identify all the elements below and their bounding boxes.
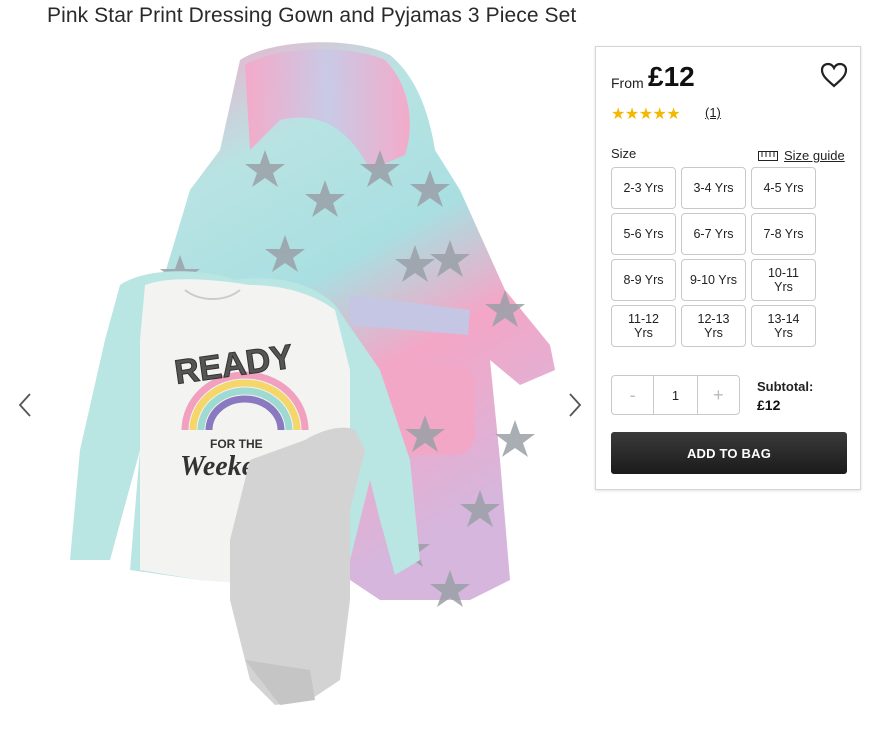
size-option[interactable]: 12-13 Yrs <box>681 305 746 347</box>
quantity-decrease-button[interactable]: - <box>612 376 653 414</box>
size-option[interactable]: 13-14 Yrs <box>751 305 816 347</box>
gallery-next-button[interactable] <box>562 390 586 420</box>
size-option[interactable]: 10-11 Yrs <box>751 259 816 301</box>
size-option[interactable]: 8-9 Yrs <box>611 259 676 301</box>
size-guide-label: Size guide <box>784 148 845 163</box>
size-option[interactable]: 7-8 Yrs <box>751 213 816 255</box>
size-option[interactable]: 9-10 Yrs <box>681 259 746 301</box>
heart-icon <box>820 62 848 88</box>
size-option[interactable]: 11-12 Yrs <box>611 305 676 347</box>
product-title: Pink Star Print Dressing Gown and Pyjama… <box>47 4 577 27</box>
size-option[interactable]: 5-6 Yrs <box>611 213 676 255</box>
quantity-value[interactable]: 1 <box>653 376 698 414</box>
gallery-prev-button[interactable] <box>14 390 38 420</box>
price: £12 <box>648 61 695 92</box>
ruler-icon <box>758 150 778 161</box>
size-guide-link[interactable]: Size guide <box>758 148 845 163</box>
size-options: 2-3 Yrs 3-4 Yrs 4-5 Yrs 5-6 Yrs 6-7 Yrs … <box>611 167 821 347</box>
review-count-link[interactable]: (1) <box>705 105 721 120</box>
subtotal-label: Subtotal: <box>757 379 814 394</box>
for-the-print-text: FOR THE <box>210 437 263 451</box>
size-option[interactable]: 6-7 Yrs <box>681 213 746 255</box>
add-to-bag-button[interactable]: ADD TO BAG <box>611 432 847 474</box>
product-gallery: READY FOR THE Weekend <box>0 40 600 735</box>
from-label: From <box>611 75 644 91</box>
quantity-stepper: - 1 + <box>611 375 740 415</box>
size-option[interactable]: 4-5 Yrs <box>751 167 816 209</box>
size-option[interactable]: 3-4 Yrs <box>681 167 746 209</box>
chevron-left-icon <box>18 393 31 417</box>
subtotal-value: £12 <box>757 397 781 413</box>
chevron-right-icon <box>569 393 582 417</box>
size-option[interactable]: 2-3 Yrs <box>611 167 676 209</box>
rating-stars: ★★★★★ <box>611 106 681 123</box>
purchase-panel: From £12 ★★★★★ (1) Size Size guide 2-3 Y… <box>595 46 861 490</box>
quantity-increase-button[interactable]: + <box>698 376 739 414</box>
product-image: READY FOR THE Weekend <box>70 42 555 705</box>
wishlist-button[interactable] <box>820 62 848 88</box>
size-label: Size <box>611 146 637 161</box>
